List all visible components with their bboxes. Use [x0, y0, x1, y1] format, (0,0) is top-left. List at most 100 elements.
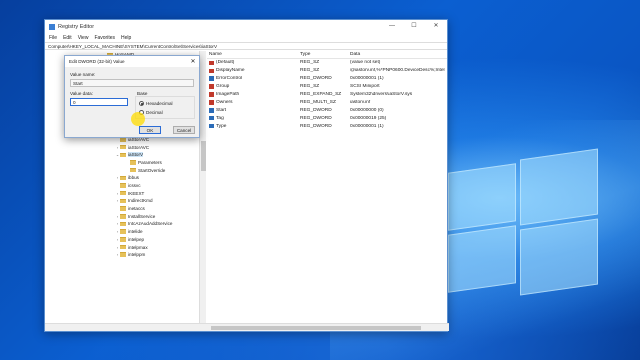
logo-pane-bottom-left: [448, 225, 516, 293]
tree-scrollbar[interactable]: [199, 51, 206, 323]
menu-edit[interactable]: Edit: [63, 35, 72, 41]
value-type-cell: REG_EXPAND_SZ: [300, 92, 342, 97]
value-name-cell: ErrorControl: [207, 76, 300, 81]
string-value-icon: [209, 92, 214, 97]
ok-button[interactable]: OK: [139, 126, 161, 134]
address-bar[interactable]: Computer\HKEY_LOCAL_MACHINE\SYSTEM\Curre…: [45, 42, 447, 50]
tree-item[interactable]: › intelpmax: [45, 243, 199, 251]
folder-icon: [120, 206, 126, 211]
folder-icon: [120, 183, 126, 188]
value-row[interactable]: ErrorControl REG_DWORD 0x00000001 (1): [207, 75, 447, 83]
value-type-cell: REG_DWORD: [300, 115, 332, 121]
title-bar[interactable]: Registry Editor — ☐ ✕: [45, 20, 447, 33]
value-row[interactable]: Owners REG_MULTI_SZ iastorv.inf: [207, 98, 447, 106]
dialog-title-bar[interactable]: Edit DWORD (32-bit) Value ✕: [65, 56, 199, 67]
string-value-icon: [209, 68, 214, 74]
column-data[interactable]: Data: [350, 52, 447, 57]
value-row[interactable]: (Default) REG_SZ (value not set): [207, 59, 447, 67]
value-type-cell: REG_SZ: [300, 60, 320, 66]
folder-icon: [120, 252, 126, 257]
value-row[interactable]: Group REG_SZ SCSI Miniport: [207, 83, 447, 91]
tree-item[interactable]: › InstallService: [45, 212, 199, 220]
tree-scrollbar-thumb[interactable]: [201, 141, 206, 171]
value-name-text: DisplayName: [216, 68, 245, 74]
column-type[interactable]: Type: [300, 52, 350, 57]
tree-item[interactable]: › intelpep: [45, 236, 199, 244]
folder-icon: [120, 221, 126, 227]
minimize-button[interactable]: —: [381, 20, 403, 33]
maximize-button[interactable]: ☐: [403, 20, 425, 33]
tree-item-label: icssvc: [128, 183, 141, 189]
value-type-cell: REG_SZ: [300, 68, 320, 74]
value-row[interactable]: Start REG_DWORD 0x00000000 (0): [207, 106, 447, 114]
value-row[interactable]: ImagePath REG_EXPAND_SZ System32\drivers\i…: [207, 91, 447, 99]
menu-help[interactable]: Help: [121, 35, 131, 41]
value-type-cell: REG_MULTI_SZ: [300, 99, 336, 105]
value-name-field[interactable]: Start: [70, 79, 194, 87]
tree-item[interactable]: › ibbus: [45, 174, 199, 182]
value-name-cell: Group: [207, 84, 300, 89]
tree-item[interactable]: StartOverride: [45, 166, 199, 174]
value-type-cell: REG_SZ: [300, 84, 320, 90]
tree-item-label: iaStorAVC: [128, 144, 150, 150]
hexadecimal-option[interactable]: Hexadecimal: [139, 101, 173, 106]
tree-item[interactable]: icssvc: [45, 182, 199, 190]
tree-item-label: inetaccs: [128, 206, 145, 212]
value-row[interactable]: DisplayName REG_SZ @iastorv.inf,%*PNP0600.…: [207, 67, 447, 75]
logo-pane-top-right: [520, 148, 598, 226]
value-data-cell: (value not set): [350, 60, 381, 66]
value-row[interactable]: Tag REG_DWORD 0x00000019 (25): [207, 114, 447, 122]
close-button[interactable]: ✕: [425, 20, 447, 33]
tree-item-label: InstallService: [128, 213, 156, 219]
dialog-close-button[interactable]: ✕: [187, 58, 199, 65]
tree-item[interactable]: Parameters: [45, 159, 199, 167]
value-row[interactable]: Type REG_DWORD 0x00000001 (1): [207, 122, 447, 130]
menu-file[interactable]: File: [49, 35, 57, 41]
tree-item[interactable]: › intelppm: [45, 251, 199, 259]
horizontal-scrollbar[interactable]: [45, 323, 449, 331]
folder-icon: [120, 229, 126, 234]
tree-item[interactable]: ⌄ iaStorV: [45, 151, 199, 159]
tree-item-label: intelpep: [128, 236, 145, 242]
value-name-text: (Default): [216, 60, 235, 66]
tree-item-label: iaStorV: [128, 152, 144, 158]
folder-icon: [120, 190, 126, 196]
tree-item-label: StartOverride: [138, 167, 166, 173]
cancel-button[interactable]: Cancel: [173, 126, 195, 134]
tree-item[interactable]: › IntcAzAudAddService: [45, 220, 199, 228]
folder-icon: [120, 175, 126, 181]
list-header: Name Type Data: [207, 51, 447, 59]
tree-item[interactable]: inetaccs: [45, 205, 199, 213]
value-name-cell: DisplayName: [207, 68, 300, 73]
binary-value-icon: [209, 123, 214, 129]
binary-value-icon: [209, 108, 214, 113]
tree-item[interactable]: › IKEEXT: [45, 189, 199, 197]
tree-item[interactable]: › IndirectKmd: [45, 197, 199, 205]
tree-item[interactable]: › iaStorAVC: [45, 143, 199, 151]
value-data-cell: 0x00000001 (1): [350, 123, 384, 129]
tree-item-label: intelpmax: [128, 244, 148, 250]
tree-item[interactable]: › intelide: [45, 228, 199, 236]
value-name-text: Start: [216, 107, 227, 113]
value-name-cell: Type: [207, 124, 300, 129]
value-data-field[interactable]: 0: [70, 98, 128, 106]
horizontal-scrollbar-thumb[interactable]: [211, 326, 421, 330]
value-name-text: Owners: [216, 99, 233, 105]
hexadecimal-radio[interactable]: [139, 101, 144, 106]
menu-favorites[interactable]: Favorites: [94, 35, 115, 41]
decimal-label: Decimal: [146, 110, 163, 115]
value-name-cell: Owners: [207, 100, 300, 105]
value-name-text: Type: [216, 123, 227, 129]
folder-icon: [130, 167, 136, 173]
folder-icon: [120, 144, 126, 150]
column-name[interactable]: Name: [207, 52, 300, 57]
tree-item-label: IKEEXT: [128, 190, 145, 196]
menu-bar: File Edit View Favorites Help: [45, 33, 447, 42]
edit-dword-dialog: Edit DWORD (32-bit) Value ✕ Value name: …: [64, 55, 200, 138]
logo-pane-top-left: [448, 163, 516, 231]
logo-pane-bottom-right: [520, 218, 598, 296]
folder-icon: [130, 160, 136, 165]
tree-item-label: ibbus: [128, 175, 139, 181]
menu-view[interactable]: View: [78, 35, 89, 41]
value-name-cell: Start: [207, 108, 300, 113]
